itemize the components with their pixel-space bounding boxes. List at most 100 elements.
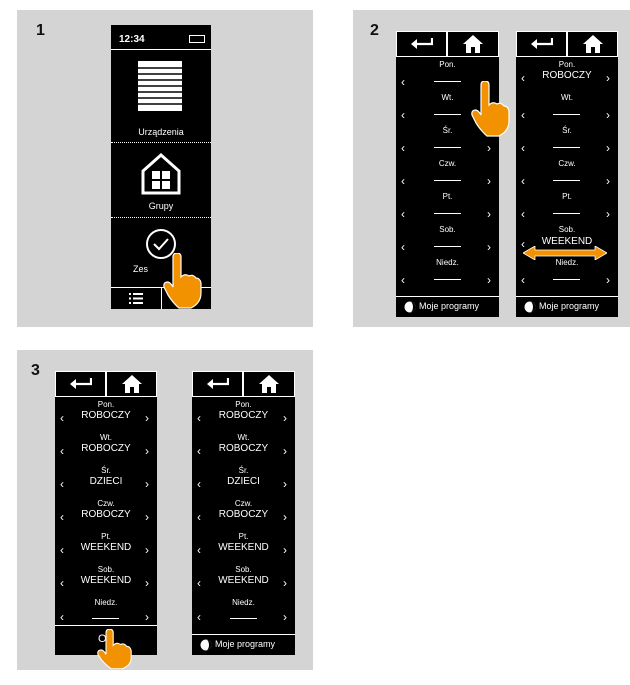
menu-item-devices[interactable]: Urządzenia [111, 50, 211, 142]
prev-chevron[interactable]: ‹ [60, 412, 64, 424]
home-icon [122, 375, 142, 393]
prev-chevron[interactable]: ‹ [60, 445, 64, 457]
my-programs-button[interactable]: Moje programy [396, 296, 499, 317]
menu-label-groups: Grupy [148, 201, 174, 211]
prev-chevron[interactable]: ‹ [401, 76, 405, 88]
day-label: Pon. [439, 60, 456, 69]
home-button[interactable] [448, 32, 498, 56]
next-chevron[interactable]: › [145, 611, 149, 623]
day-label: Czw. [234, 499, 253, 508]
next-chevron[interactable]: › [283, 511, 287, 523]
day-label: Sob. [558, 225, 576, 234]
back-arrow-icon [207, 378, 229, 389]
next-chevron[interactable]: › [145, 544, 149, 556]
battery-icon [189, 35, 205, 43]
next-chevron[interactable]: › [145, 577, 149, 589]
next-chevron[interactable]: › [145, 478, 149, 490]
step-number-2: 2 [370, 22, 379, 39]
home-button[interactable] [568, 32, 617, 56]
next-chevron[interactable]: › [145, 412, 149, 424]
back-button[interactable] [397, 32, 446, 56]
step2-panel: 2 Pon. ‹ Wt. ‹ Śr. ‹ › Czw. ‹ › Pt. ‹ › … [353, 10, 630, 327]
next-chevron[interactable]: › [283, 445, 287, 457]
back-arrow-icon [411, 38, 433, 49]
day-label: Czw. [558, 159, 576, 168]
prev-chevron[interactable]: ‹ [401, 109, 405, 121]
prev-chevron[interactable]: ‹ [197, 445, 201, 457]
next-chevron[interactable]: › [487, 208, 491, 220]
prev-chevron[interactable]: ‹ [60, 511, 64, 523]
prev-chevron[interactable]: ‹ [401, 208, 405, 220]
prev-chevron[interactable]: ‹ [60, 544, 64, 556]
prev-chevron[interactable]: ‹ [197, 412, 201, 424]
next-chevron[interactable]: › [283, 577, 287, 589]
next-chevron[interactable]: › [145, 445, 149, 457]
prev-chevron[interactable]: ‹ [197, 577, 201, 589]
prev-chevron[interactable]: ‹ [401, 274, 405, 286]
moon-icon [524, 301, 536, 313]
day-value: ROBOCZY [81, 410, 131, 421]
back-button[interactable] [56, 372, 105, 396]
day-label: Niedz. [94, 598, 118, 607]
next-chevron[interactable]: › [283, 412, 287, 424]
back-button[interactable] [517, 32, 566, 56]
prev-chevron[interactable]: ‹ [197, 544, 201, 556]
prev-chevron[interactable]: ‹ [60, 577, 64, 589]
prev-chevron[interactable]: ‹ [401, 241, 405, 253]
prev-chevron[interactable]: ‹ [197, 511, 201, 523]
prev-chevron[interactable]: ‹ [521, 274, 525, 286]
next-chevron[interactable]: › [283, 544, 287, 556]
next-chevron[interactable]: › [606, 72, 610, 84]
footer-label: Moje programy [419, 301, 480, 311]
list-tab[interactable] [111, 288, 161, 309]
home-button[interactable] [244, 372, 294, 396]
day-value: DZIECI [89, 476, 123, 487]
next-chevron[interactable]: › [487, 175, 491, 187]
day-label: Śr. [101, 466, 111, 475]
day-value: WEEKEND [218, 575, 269, 586]
next-chevron[interactable]: › [487, 142, 491, 154]
next-chevron[interactable]: › [487, 241, 491, 253]
back-arrow-icon [531, 38, 553, 49]
next-chevron[interactable]: › [283, 611, 287, 623]
home-icon [583, 35, 603, 53]
day-label: Niedz. [232, 598, 255, 607]
day-label: Sob. [235, 565, 252, 574]
back-button[interactable] [193, 372, 242, 396]
next-chevron[interactable]: › [606, 109, 610, 121]
day-value: ROBOCZY [218, 410, 269, 421]
day-label: Pt. [442, 192, 453, 201]
next-chevron[interactable]: › [145, 511, 149, 523]
next-chevron[interactable]: › [606, 208, 610, 220]
prev-chevron[interactable]: ‹ [197, 611, 201, 623]
prev-chevron[interactable]: ‹ [401, 175, 405, 187]
prev-chevron[interactable]: ‹ [521, 175, 525, 187]
day-label: Czw. [97, 499, 115, 508]
menu-item-groups[interactable]: Grupy [111, 143, 211, 217]
home-button[interactable] [107, 372, 156, 396]
prev-chevron[interactable]: ‹ [521, 109, 525, 121]
next-chevron[interactable]: › [283, 478, 287, 490]
prev-chevron[interactable]: ‹ [60, 611, 64, 623]
my-programs-button[interactable]: Moje programy [516, 296, 618, 317]
prev-chevron[interactable]: ‹ [521, 208, 525, 220]
prev-chevron[interactable]: ‹ [521, 72, 525, 84]
next-chevron[interactable]: › [606, 274, 610, 286]
next-chevron[interactable]: › [487, 274, 491, 286]
prev-chevron[interactable]: ‹ [401, 142, 405, 154]
step3-panel: 3 Pon. ROBOCZY ‹ › Wt. ROBOCZY ‹ › Śr. D… [17, 350, 313, 670]
home-icon [259, 375, 279, 393]
next-chevron[interactable]: › [606, 142, 610, 154]
phone-screen-3a: Pon. ROBOCZY ‹ › Wt. ROBOCZY ‹ › Śr. DZI… [55, 371, 157, 655]
day-value: ROBOCZY [81, 509, 131, 520]
my-programs-button[interactable]: Moje programy [192, 634, 295, 655]
day-value: ROBOCZY [542, 70, 592, 81]
prev-chevron[interactable]: ‹ [197, 478, 201, 490]
list-icon [129, 293, 143, 304]
day-label: Sob. [97, 565, 115, 574]
next-chevron[interactable]: › [606, 175, 610, 187]
menu-label-devices: Urządzenia [138, 127, 184, 137]
prev-chevron[interactable]: ‹ [60, 478, 64, 490]
prev-chevron[interactable]: ‹ [521, 142, 525, 154]
day-label: Pon. [97, 400, 115, 409]
